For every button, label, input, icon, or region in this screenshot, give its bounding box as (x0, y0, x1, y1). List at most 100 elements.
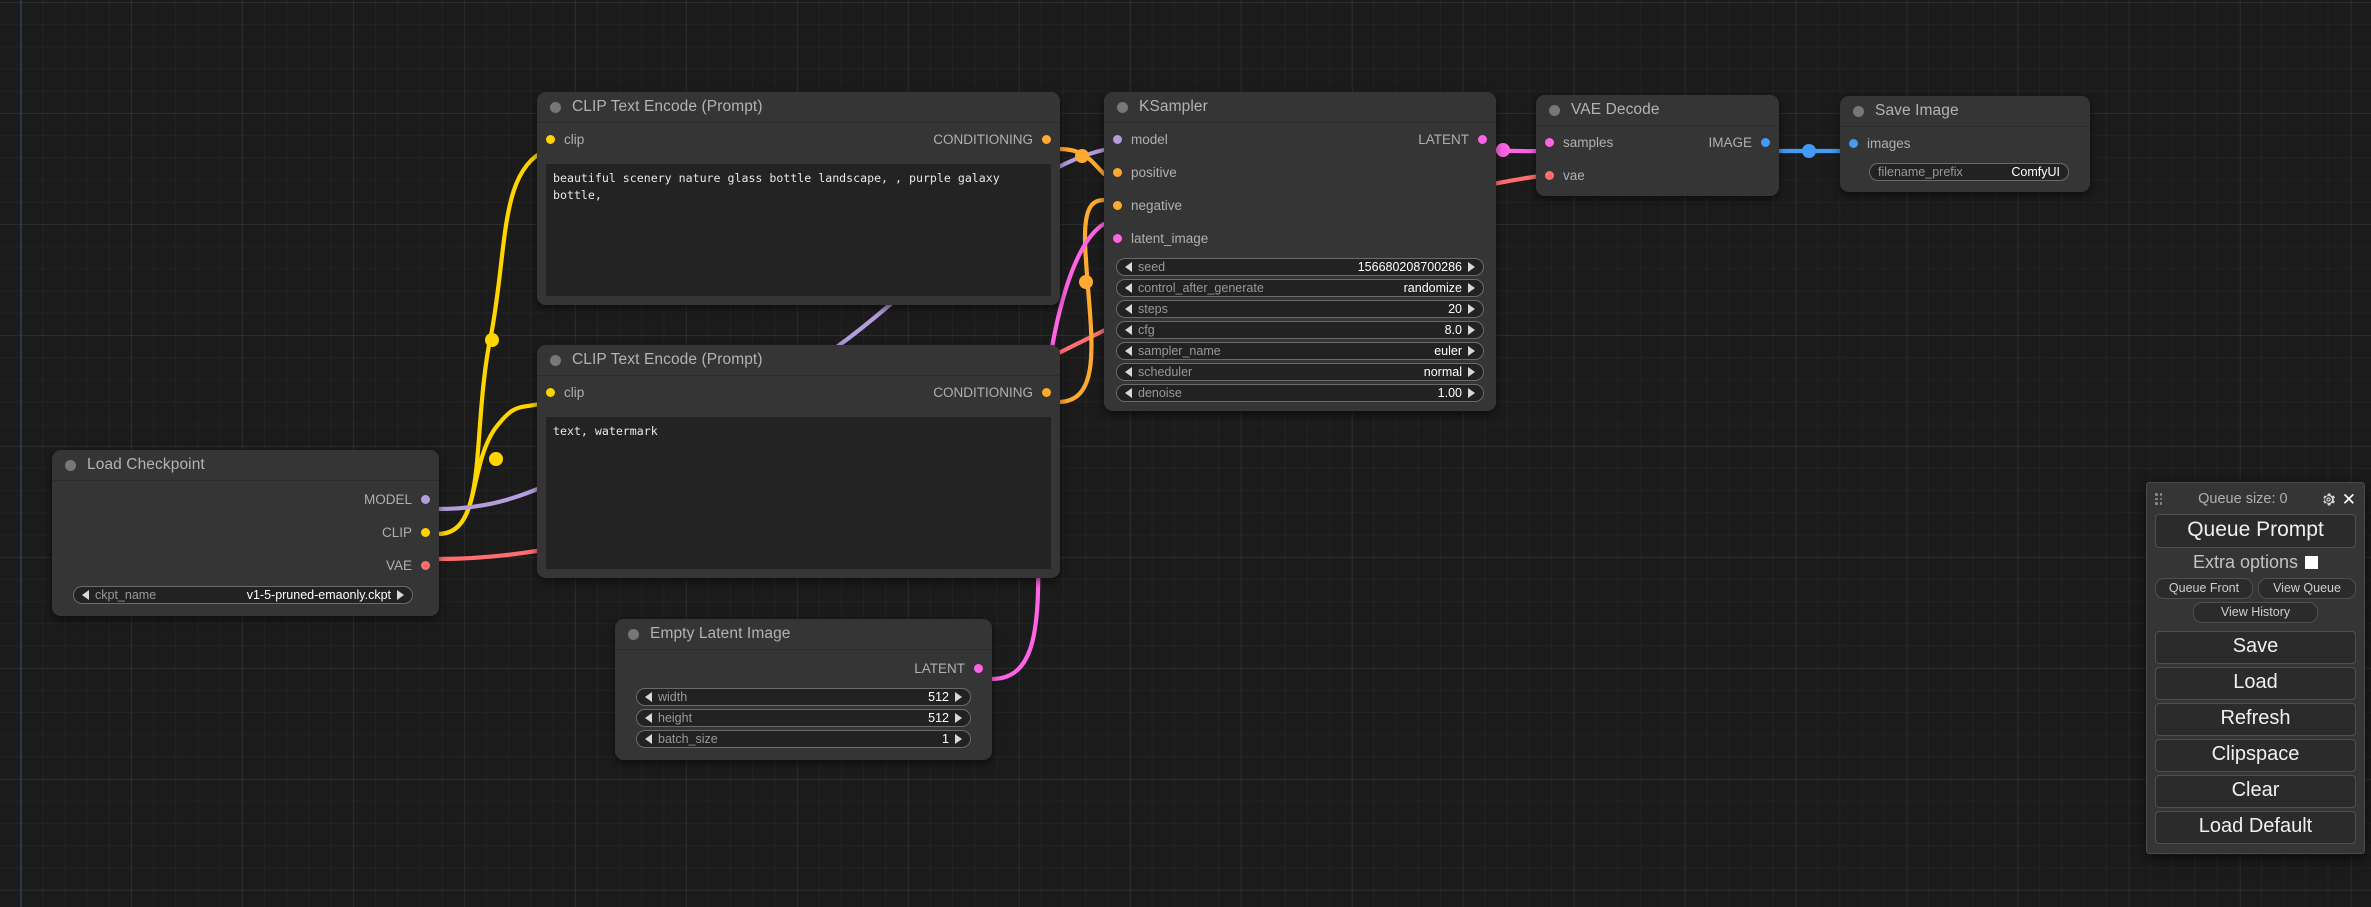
node-ksampler[interactable]: KSampler model LATENT positive negative … (1104, 92, 1496, 411)
increment-arrow-icon[interactable] (955, 713, 962, 723)
node-empty-latent-image[interactable]: Empty Latent Image LATENT width 512 heig… (615, 619, 992, 760)
widget-value[interactable]: 8.0 (1445, 323, 1462, 337)
slot-dot-icon[interactable] (1113, 135, 1122, 144)
widget-value[interactable]: v1-5-pruned-emaonly.ckpt (247, 588, 391, 602)
widget-value[interactable]: 1.00 (1438, 386, 1462, 400)
load-button[interactable]: Load (2155, 667, 2356, 700)
input-slot-samples[interactable]: samples (1545, 135, 1613, 150)
slot-dot-icon[interactable] (546, 135, 555, 144)
decrement-arrow-icon[interactable] (1125, 283, 1132, 293)
widget-value[interactable]: euler (1434, 344, 1462, 358)
output-slot-image[interactable]: IMAGE (1708, 135, 1770, 150)
prompt-textarea[interactable]: text, watermark (546, 417, 1051, 569)
slot-dot-icon[interactable] (1113, 168, 1122, 177)
widget-value[interactable]: 1 (942, 732, 949, 746)
widget-ckpt-name[interactable]: ckpt_name v1-5-pruned-emaonly.ckpt (73, 586, 413, 604)
input-slot-vae[interactable]: vae (1545, 168, 1585, 183)
increment-arrow-icon[interactable] (1468, 262, 1475, 272)
node-clip-text-encode-positive[interactable]: CLIP Text Encode (Prompt) clip CONDITION… (537, 92, 1060, 305)
decrement-arrow-icon[interactable] (645, 734, 652, 744)
slot-dot-icon[interactable] (1545, 171, 1554, 180)
decrement-arrow-icon[interactable] (1125, 367, 1132, 377)
slot-dot-icon[interactable] (546, 388, 555, 397)
increment-arrow-icon[interactable] (1468, 367, 1475, 377)
slot-dot-icon[interactable] (1042, 135, 1051, 144)
widget-sampler-name[interactable]: sampler_name euler (1116, 342, 1484, 360)
decrement-arrow-icon[interactable] (1125, 388, 1132, 398)
widget-seed[interactable]: seed 156680208700286 (1116, 258, 1484, 276)
refresh-button[interactable]: Refresh (2155, 703, 2356, 736)
widget-value[interactable]: 20 (1448, 302, 1462, 316)
save-button[interactable]: Save (2155, 631, 2356, 664)
node-title-bar[interactable]: CLIP Text Encode (Prompt) (537, 92, 1060, 123)
collapse-icon[interactable] (65, 459, 76, 471)
slot-dot-icon[interactable] (1849, 139, 1858, 148)
output-slot-model[interactable]: MODEL (364, 492, 430, 507)
widget-scheduler[interactable]: scheduler normal (1116, 363, 1484, 381)
decrement-arrow-icon[interactable] (1125, 325, 1132, 335)
slot-dot-icon[interactable] (1113, 234, 1122, 243)
load-default-button[interactable]: Load Default (2155, 811, 2356, 844)
widget-filename-prefix[interactable]: filename_prefix ComfyUI (1869, 163, 2069, 181)
slot-dot-icon[interactable] (421, 495, 430, 504)
widget-value[interactable]: 156680208700286 (1358, 260, 1462, 274)
node-load-checkpoint[interactable]: Load Checkpoint MODEL CLIP VAE ckpt_name… (52, 450, 439, 616)
increment-arrow-icon[interactable] (397, 590, 404, 600)
increment-arrow-icon[interactable] (1468, 283, 1475, 293)
node-clip-text-encode-negative[interactable]: CLIP Text Encode (Prompt) clip CONDITION… (537, 345, 1060, 578)
output-slot-latent[interactable]: LATENT (914, 661, 983, 676)
collapse-icon[interactable] (628, 628, 639, 640)
slot-dot-icon[interactable] (1478, 135, 1487, 144)
decrement-arrow-icon[interactable] (645, 713, 652, 723)
view-history-button[interactable]: View History (2193, 602, 2318, 623)
collapse-icon[interactable] (1853, 105, 1864, 117)
input-slot-clip[interactable]: clip (546, 385, 584, 400)
node-title-bar[interactable]: VAE Decode (1536, 95, 1779, 126)
workflow-canvas[interactable]: CLIP Text Encode (Prompt) clip CONDITION… (0, 0, 2371, 907)
close-icon[interactable]: ✕ (2342, 491, 2356, 508)
node-title-bar[interactable]: Empty Latent Image (615, 619, 992, 650)
output-slot-latent[interactable]: LATENT (1418, 132, 1487, 147)
comfy-menu-panel[interactable]: Queue size: 0 ✕ Queue Prompt Extra optio… (2146, 482, 2365, 854)
slot-dot-icon[interactable] (1113, 201, 1122, 210)
output-slot-vae[interactable]: VAE (386, 558, 430, 573)
increment-arrow-icon[interactable] (1468, 346, 1475, 356)
node-title-bar[interactable]: Save Image (1840, 96, 2090, 127)
drag-handle-icon[interactable] (2155, 493, 2163, 505)
widget-value[interactable]: 512 (928, 690, 949, 704)
collapse-icon[interactable] (1117, 101, 1128, 113)
collapse-icon[interactable] (550, 101, 561, 113)
widget-denoise[interactable]: denoise 1.00 (1116, 384, 1484, 402)
widget-value[interactable]: normal (1424, 365, 1462, 379)
increment-arrow-icon[interactable] (1468, 388, 1475, 398)
widget-control-after-generate[interactable]: control_after_generate randomize (1116, 279, 1484, 297)
decrement-arrow-icon[interactable] (1125, 346, 1132, 356)
gear-icon[interactable] (2321, 492, 2336, 507)
output-slot-clip[interactable]: CLIP (382, 525, 430, 540)
slot-dot-icon[interactable] (1761, 138, 1770, 147)
node-title-bar[interactable]: KSampler (1104, 92, 1496, 123)
widget-value[interactable]: randomize (1404, 281, 1462, 295)
widget-cfg[interactable]: cfg 8.0 (1116, 321, 1484, 339)
slot-dot-icon[interactable] (974, 664, 983, 673)
widget-value[interactable]: ComfyUI (2011, 165, 2060, 179)
increment-arrow-icon[interactable] (955, 692, 962, 702)
decrement-arrow-icon[interactable] (82, 590, 89, 600)
slot-dot-icon[interactable] (1042, 388, 1051, 397)
decrement-arrow-icon[interactable] (645, 692, 652, 702)
menu-header[interactable]: Queue size: 0 ✕ (2155, 489, 2356, 509)
input-slot-clip[interactable]: clip (546, 132, 584, 147)
input-slot-latent-image[interactable]: latent_image (1113, 231, 1208, 246)
node-title-bar[interactable]: Load Checkpoint (52, 450, 439, 481)
input-slot-positive[interactable]: positive (1113, 165, 1177, 180)
node-save-image[interactable]: Save Image images filename_prefix ComfyU… (1840, 96, 2090, 192)
collapse-icon[interactable] (550, 354, 561, 366)
clear-button[interactable]: Clear (2155, 775, 2356, 808)
input-slot-images[interactable]: images (1849, 136, 1911, 151)
extra-options-checkbox[interactable] (2305, 556, 2319, 569)
slot-dot-icon[interactable] (421, 528, 430, 537)
increment-arrow-icon[interactable] (1468, 304, 1475, 314)
widget-batch-size[interactable]: batch_size 1 (636, 730, 971, 748)
queue-front-button[interactable]: Queue Front (2155, 578, 2253, 599)
decrement-arrow-icon[interactable] (1125, 304, 1132, 314)
